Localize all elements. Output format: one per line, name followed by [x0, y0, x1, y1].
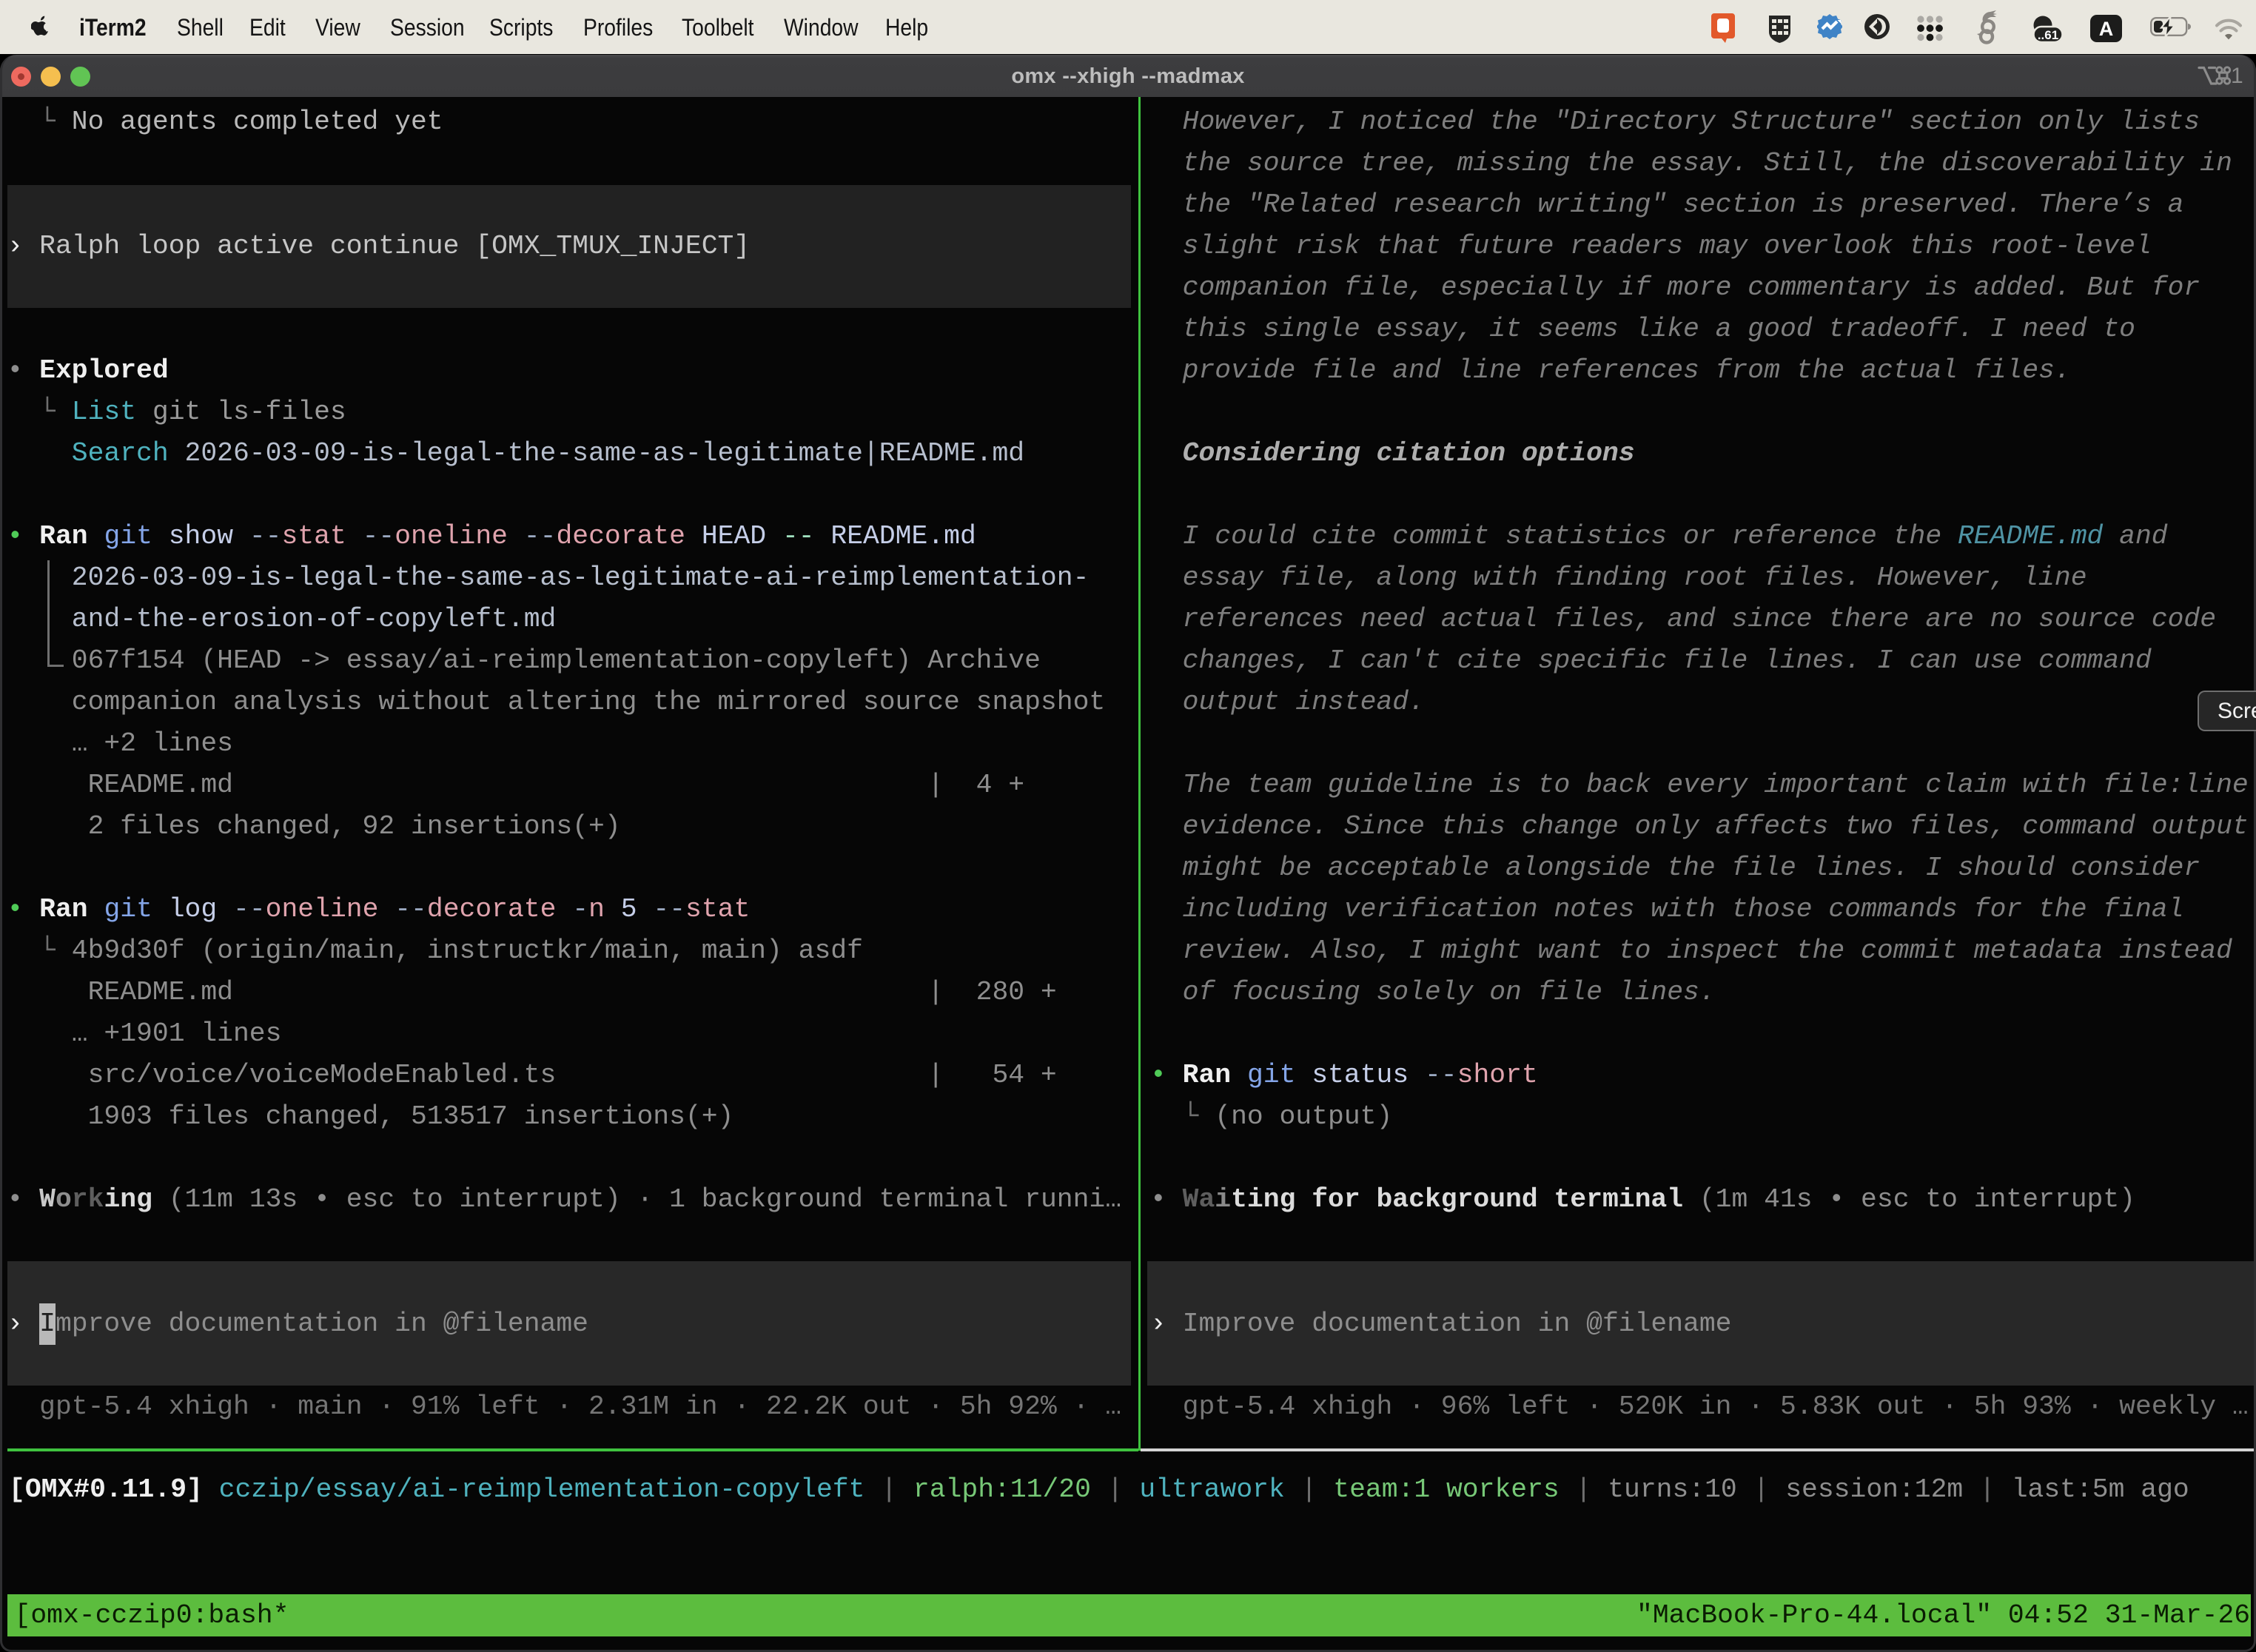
svg-text:..61: ..61 — [2038, 28, 2058, 42]
